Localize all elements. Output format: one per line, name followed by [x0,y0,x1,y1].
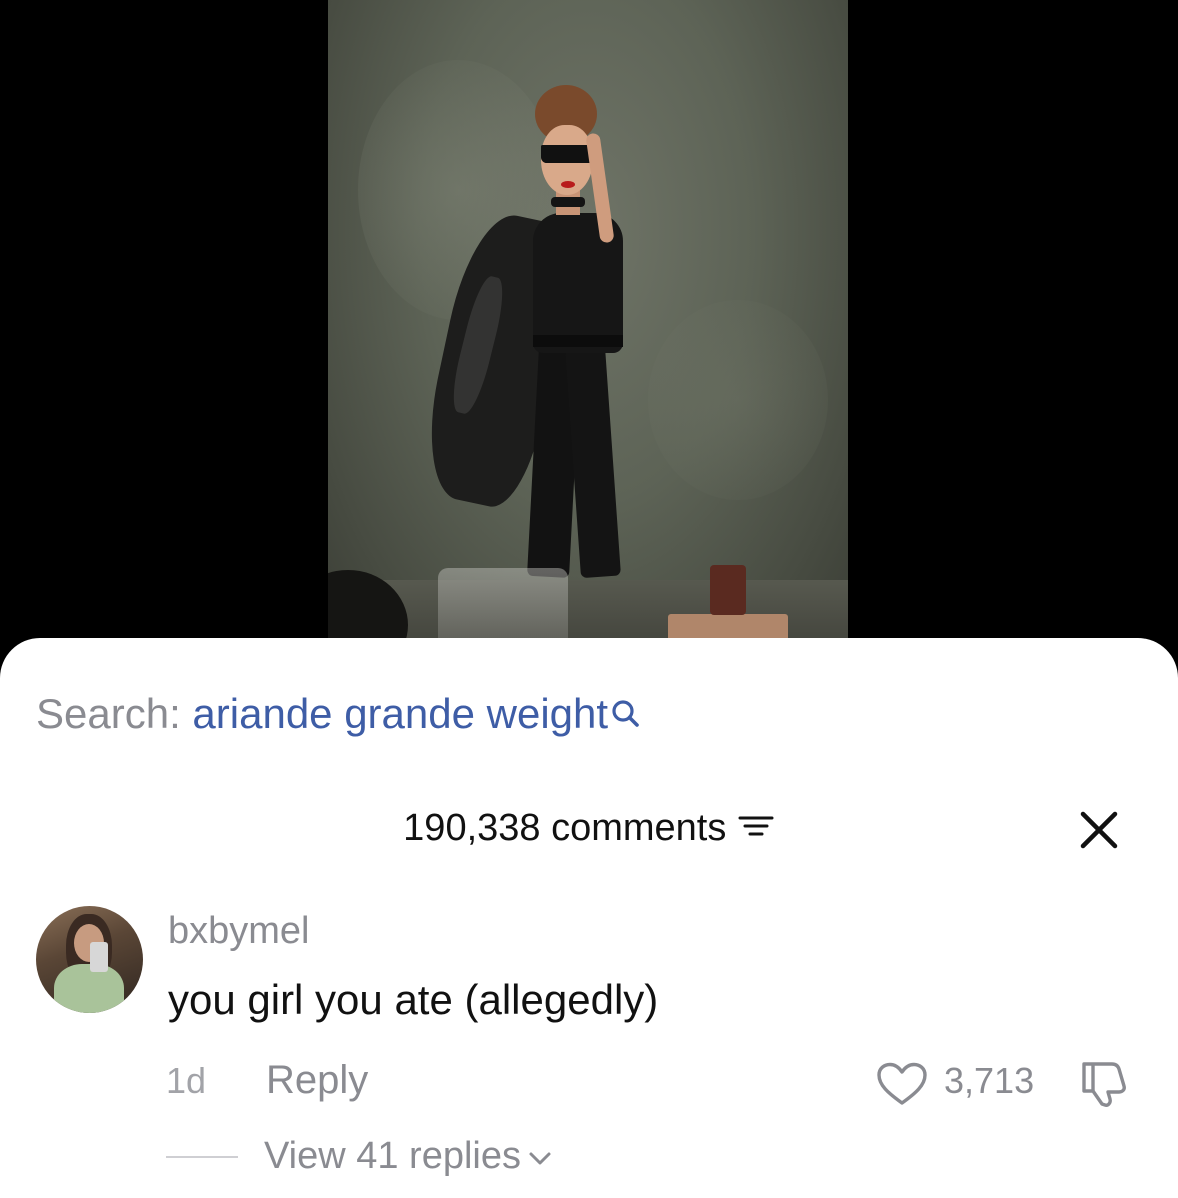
video-player[interactable] [0,0,1178,660]
search-label: Search: [36,690,181,737]
search-icon[interactable] [610,692,640,727]
comment-timestamp: 1d [166,1060,207,1101]
comments-sheet: Search: ariande grande weight 190,338 co… [0,638,1178,1198]
comment-text: you girl you ate (allegedly) [168,976,659,1023]
video-frame[interactable] [328,0,848,660]
avatar[interactable] [36,906,143,1013]
stamp-handle [710,565,746,615]
replies-divider [166,1156,238,1158]
view-replies-label: View 41 replies [264,1135,522,1177]
filter-icon[interactable] [737,811,775,841]
view-replies-button[interactable]: View 41 replies [264,1132,553,1180]
comment-username[interactable]: bxbymel [168,908,310,954]
close-icon[interactable] [1075,806,1123,854]
glass-object [438,568,568,648]
heart-icon[interactable] [876,1062,928,1106]
video-subject [414,85,683,585]
thumbs-down-icon[interactable] [1078,1058,1134,1108]
comments-count: 190,338 comments [403,807,727,849]
search-query-link[interactable]: ariande grande weight [192,690,608,737]
comments-header: 190,338 comments [0,806,1178,856]
like-count: 3,713 [944,1060,1035,1101]
search-suggestion[interactable]: Search: ariande grande weight [36,688,640,740]
reply-button[interactable]: Reply [266,1056,368,1104]
chevron-down-icon [527,1132,553,1165]
